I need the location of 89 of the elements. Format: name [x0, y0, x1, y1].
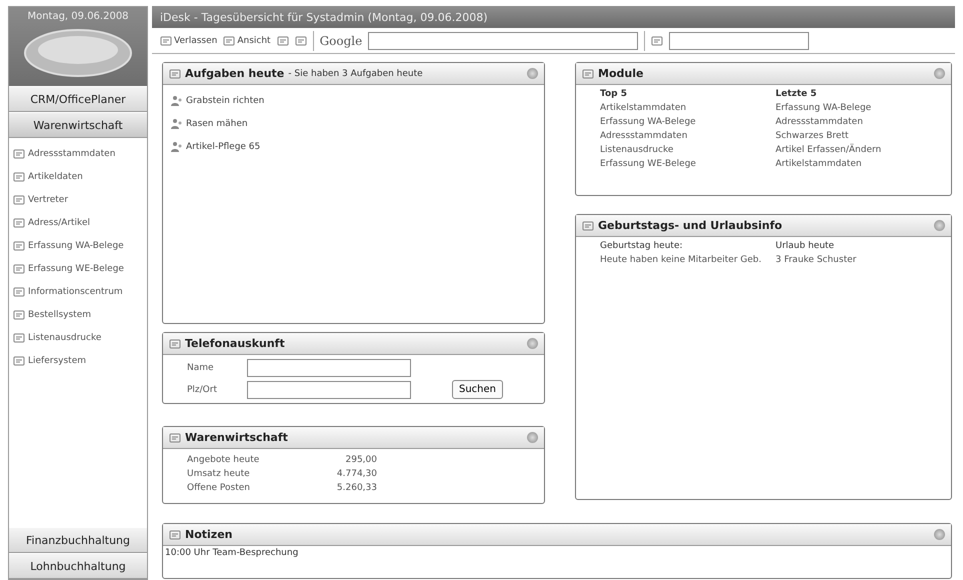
panel-title: Geburtstags- und Urlaubsinfo [598, 219, 782, 232]
panel-title: Warenwirtschaft [185, 431, 288, 444]
person-icon [171, 141, 183, 153]
module-link[interactable]: Erfassung WA-Belege [600, 117, 776, 127]
task-item[interactable]: Grabstein richten [171, 91, 536, 111]
panel-icon [169, 68, 181, 80]
module-link[interactable]: Erfassung WA-Belege [776, 103, 951, 113]
column-heading: Letzte 5 [776, 89, 818, 99]
sidebar-item[interactable]: Listenausdrucke [13, 328, 143, 348]
module-link[interactable]: Artikelstammdaten [600, 103, 776, 113]
toolbar-button[interactable]: Verlassen [160, 34, 218, 46]
search-field[interactable] [368, 32, 638, 50]
column-heading: Urlaub heute [776, 241, 836, 251]
module-icon [13, 286, 25, 298]
module-icon [13, 148, 25, 160]
panel-title: Module [598, 67, 644, 80]
collapse-icon[interactable] [527, 432, 538, 443]
module-link[interactable]: Adressstammdaten [776, 117, 951, 127]
module-link[interactable]: Schwarzes Brett [776, 131, 951, 141]
stat-label: Angebote heute [187, 455, 260, 465]
note-text: 10:00 Uhr Team-Besprechung [165, 548, 300, 558]
search-button[interactable]: Suchen [452, 380, 503, 399]
module-icon [13, 194, 25, 206]
document-icon [223, 34, 236, 46]
column-heading: Top 5 [600, 89, 628, 99]
panel-title: Telefonauskunft [185, 337, 285, 350]
sidebar-item[interactable]: Artikeldaten [13, 167, 143, 187]
module-icon [13, 171, 25, 183]
collapse-icon[interactable] [527, 68, 538, 79]
person-icon [171, 118, 183, 130]
field-label: Name [187, 363, 215, 373]
collapse-icon[interactable] [934, 68, 945, 79]
input-field[interactable] [247, 359, 411, 377]
sidebar-item[interactable]: Liefersystem [13, 351, 143, 371]
sidebar-section[interactable]: CRM/OfficePlaner [9, 86, 147, 112]
panel-subtitle: - Sie haben 3 Aufgaben heute [288, 68, 423, 78]
task-item[interactable]: Artikel-Pflege 65 [171, 137, 536, 157]
module-icon [13, 263, 25, 275]
search-label: Google [320, 34, 362, 48]
module-icon [13, 217, 25, 229]
document-icon [160, 34, 172, 46]
stat-value: 5.260,33 [336, 483, 377, 493]
input-field[interactable] [669, 32, 810, 50]
panel-icon [582, 220, 594, 232]
panel-icon [169, 338, 181, 350]
panel-title: Aufgaben heute [185, 67, 284, 80]
sidebar-item[interactable]: Bestellsystem [13, 305, 143, 325]
sidebar-item[interactable]: Erfassung WE-Belege [13, 259, 143, 279]
info-text: Heute haben keine Mitarbeiter Geb. [600, 255, 762, 265]
sidebar-item[interactable]: Vertreter [13, 190, 143, 210]
sidebar-item[interactable]: Erfassung WA-Belege [13, 236, 143, 256]
person-icon [171, 95, 183, 107]
sidebar-item[interactable]: Informationscentrum [13, 282, 143, 302]
module-icon [13, 309, 25, 321]
module-icon [13, 240, 25, 252]
module-link[interactable]: Artikelstammdaten [776, 159, 951, 169]
panel-title: Notizen [185, 528, 232, 541]
input-field[interactable] [247, 381, 411, 399]
stat-label: Umsatz heute [187, 469, 251, 479]
module-icon [13, 355, 25, 367]
collapse-icon[interactable] [934, 529, 945, 540]
collapse-icon[interactable] [934, 220, 945, 231]
sidebar-item[interactable]: Adress/Artikel [13, 213, 143, 233]
panel-icon [582, 68, 594, 80]
page-icon [276, 34, 289, 46]
module-icon [13, 332, 25, 344]
stat-value: 295,00 [344, 455, 377, 465]
panel-icon [169, 432, 181, 444]
sidebar-item[interactable]: Adressstammdaten [13, 144, 143, 164]
sidebar-section[interactable]: Lohnbuchhaltung [9, 553, 147, 579]
sidebar-section[interactable]: Warenwirtschaft [9, 112, 147, 138]
stat-value: 4.774,30 [336, 469, 377, 479]
sidebar-section[interactable]: Finanzbuchhaltung [9, 527, 147, 553]
collapse-icon[interactable] [527, 338, 538, 349]
task-item[interactable]: Rasen mähen [171, 114, 536, 134]
module-link[interactable]: Erfassung WE-Belege [600, 159, 776, 169]
stat-label: Offene Posten [187, 483, 251, 493]
sidebar-date: Montag, 09.06.2008 [27, 11, 129, 22]
panel-icon [169, 528, 181, 540]
window-title: iDesk - Tagesübersicht für Systadmin (Montag, 09.06.2008) [152, 6, 955, 28]
module-link[interactable]: Artikel Erfassen/Ändern [776, 145, 951, 155]
toolbar-button[interactable]: Ansicht [223, 34, 271, 46]
module-link[interactable]: Adressstammdaten [600, 131, 776, 141]
document-icon [651, 34, 664, 46]
module-link[interactable]: Listenausdrucke [600, 145, 776, 155]
field-label: Plz/Ort [187, 385, 218, 395]
info-text: 3 Frauke Schuster [776, 255, 858, 265]
column-heading: Geburtstag heute: [600, 241, 684, 251]
page-icon [294, 34, 307, 46]
